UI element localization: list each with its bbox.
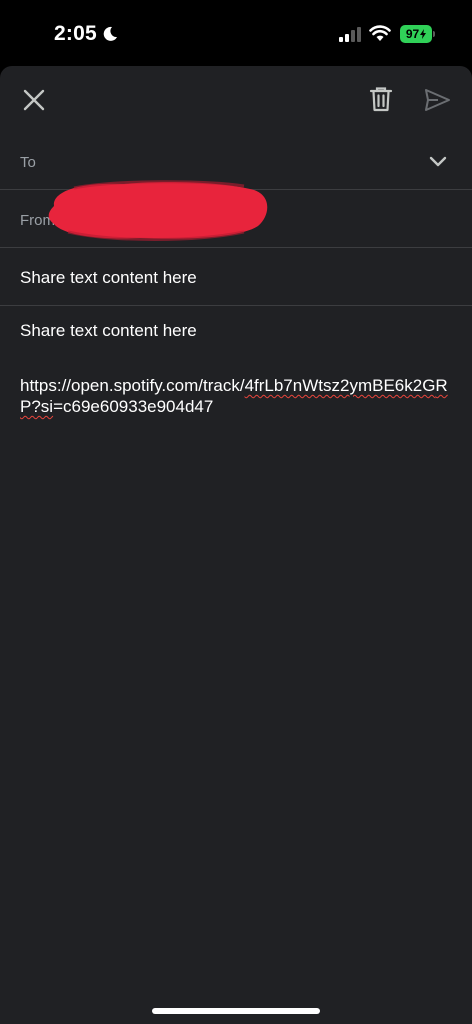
chevron-down-icon[interactable] bbox=[428, 152, 448, 172]
status-time: 2:05 bbox=[54, 22, 97, 45]
wifi-icon bbox=[369, 25, 391, 41]
subject-text: Share text content here bbox=[20, 268, 197, 287]
subject-field[interactable]: Share text content here bbox=[0, 248, 472, 306]
compose-sheet: To From Share text content here Share te… bbox=[0, 66, 472, 1024]
redaction-mark bbox=[48, 180, 268, 241]
message-body[interactable]: Share text content here https://open.spo… bbox=[20, 320, 456, 417]
battery-level: 97 bbox=[405, 27, 420, 41]
send-icon[interactable] bbox=[422, 85, 452, 115]
battery-tip bbox=[433, 31, 435, 37]
home-indicator[interactable] bbox=[152, 1008, 320, 1014]
battery-icon: 97 bbox=[400, 25, 432, 43]
body-url: https://open.spotify.com/track/4frLb7nWt… bbox=[20, 375, 456, 417]
moon-icon bbox=[103, 26, 117, 41]
url-misspelled-part-1: 4frLb7nWtsz2ymBE6k2G bbox=[244, 376, 436, 395]
trash-icon[interactable] bbox=[366, 84, 396, 114]
url-plain: https://open.spotify.com/track/ bbox=[20, 376, 245, 395]
close-icon[interactable] bbox=[18, 84, 50, 116]
body-text: Share text content here bbox=[20, 321, 197, 340]
url-tail: =c69e60933e904d47 bbox=[53, 397, 214, 416]
charging-bolt-icon bbox=[420, 29, 427, 39]
status-bar: 2:05 97 bbox=[0, 0, 472, 66]
to-label: To bbox=[20, 154, 36, 171]
compose-toolbar bbox=[0, 66, 472, 132]
signal-icon bbox=[339, 27, 361, 42]
